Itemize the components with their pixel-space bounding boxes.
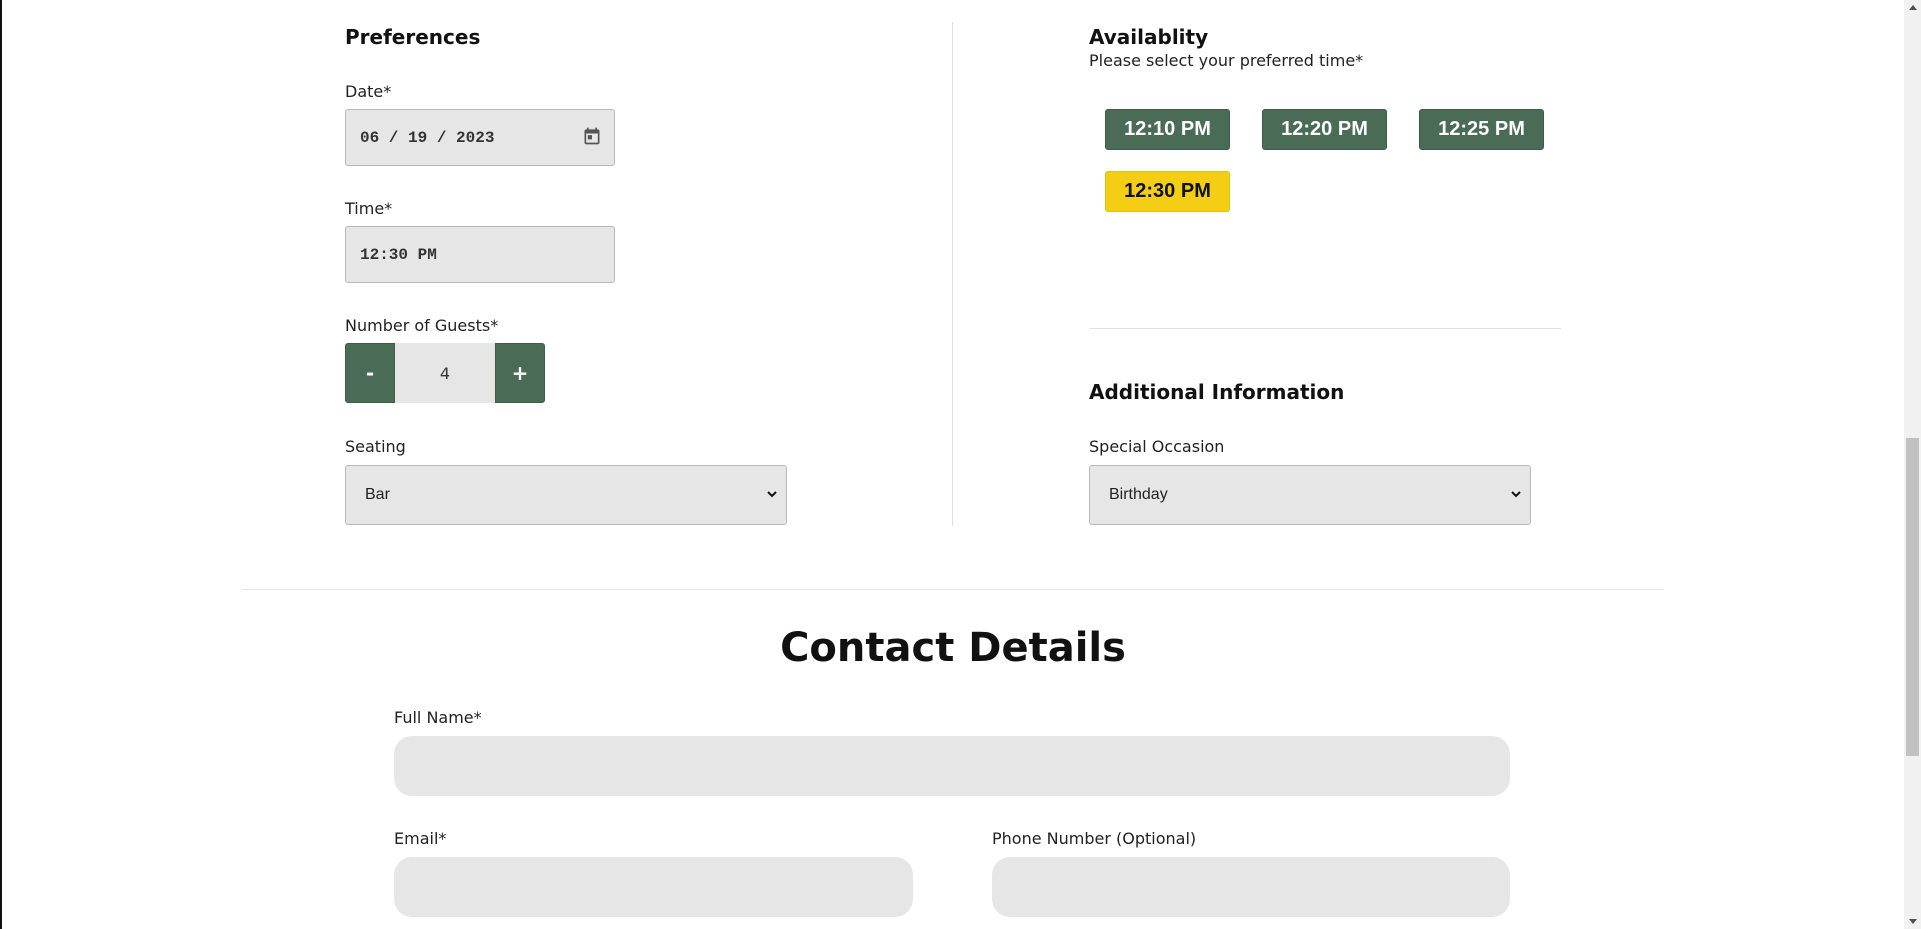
availability-divider	[1089, 328, 1561, 329]
full-name-label: Full Name*	[394, 708, 482, 727]
section-divider	[242, 589, 1664, 590]
seating-select[interactable]: Bar	[345, 465, 787, 525]
guests-decrement-button[interactable]: -	[345, 343, 395, 403]
column-divider	[952, 22, 953, 526]
scrollbar-thumb[interactable]	[1906, 438, 1919, 756]
email-input[interactable]	[394, 857, 913, 917]
time-slot-button[interactable]: 12:20 PM	[1262, 109, 1387, 150]
full-name-input[interactable]	[394, 736, 1510, 796]
preferences-title: Preferences	[345, 25, 481, 49]
chevron-down-icon	[767, 491, 777, 498]
scroll-down-icon[interactable]	[1909, 919, 1917, 924]
phone-label: Phone Number (Optional)	[992, 829, 1197, 848]
additional-info-title: Additional Information	[1089, 380, 1345, 404]
guests-label: Number of Guests*	[345, 316, 499, 335]
calendar-icon[interactable]	[582, 126, 602, 146]
availability-subtitle: Please select your preferred time*	[1089, 51, 1364, 70]
contact-details-title: Contact Details	[780, 625, 1126, 671]
occasion-label: Special Occasion	[1089, 437, 1225, 456]
guests-increment-button[interactable]: +	[495, 343, 545, 403]
date-label: Date*	[345, 82, 392, 101]
time-slot-button-selected[interactable]: 12:30 PM	[1105, 171, 1230, 212]
contact-title-wrap: Contact Details	[0, 625, 1906, 671]
date-input[interactable]: 06 / 19 / 2023	[345, 109, 615, 166]
chevron-down-icon	[1511, 491, 1521, 498]
page-scrollbar[interactable]	[1904, 0, 1921, 929]
time-slot-button[interactable]: 12:10 PM	[1105, 109, 1230, 150]
window-edge	[0, 0, 2, 929]
email-label: Email*	[394, 829, 447, 848]
availability-title: Availablity	[1089, 25, 1209, 49]
time-label: Time*	[345, 199, 393, 218]
date-value: 06 / 19 / 2023	[360, 128, 495, 147]
time-slot-button[interactable]: 12:25 PM	[1419, 109, 1544, 150]
guests-value[interactable]: 4	[395, 343, 495, 403]
time-input[interactable]: 12:30 PM	[345, 226, 615, 283]
scroll-up-icon[interactable]	[1909, 5, 1917, 10]
seating-label: Seating	[345, 437, 406, 456]
seating-value: Bar	[365, 486, 390, 503]
time-value: 12:30 PM	[360, 245, 437, 264]
occasion-value: Birthday	[1109, 486, 1168, 503]
guests-stepper: - 4 +	[345, 343, 545, 403]
occasion-select[interactable]: Birthday	[1089, 465, 1531, 525]
phone-input[interactable]	[992, 857, 1510, 917]
